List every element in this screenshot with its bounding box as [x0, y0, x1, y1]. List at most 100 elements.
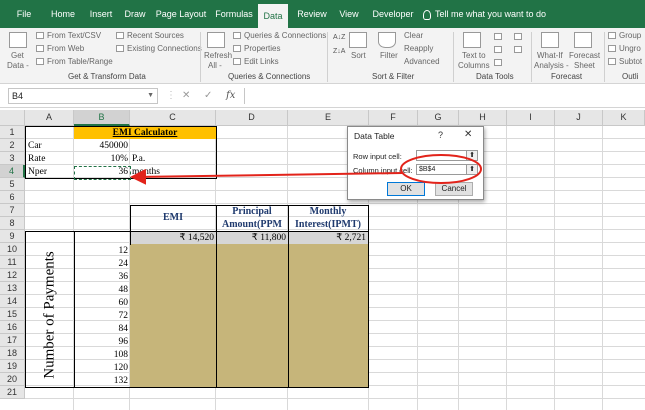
help-icon[interactable]: ? — [438, 130, 443, 140]
flash-fill-icon[interactable] — [494, 33, 502, 40]
forecast-sheet-label[interactable]: Forecast — [569, 51, 600, 61]
cell-d9-principal[interactable]: ₹ 11,800 — [216, 232, 288, 245]
cancel-button[interactable]: Cancel — [435, 182, 473, 196]
cell-b1-title[interactable]: EMI Calculator — [74, 127, 216, 140]
edit-links-button[interactable]: Edit Links — [244, 57, 279, 67]
row-header-18[interactable]: 18 — [0, 347, 25, 360]
column-header-g[interactable]: G — [418, 110, 459, 126]
what-if-label[interactable]: What-If — [537, 51, 563, 61]
filter-button[interactable]: Filter — [380, 51, 398, 61]
cell-b3-rate-value[interactable]: 10% — [74, 153, 130, 166]
get-data-label-2[interactable]: Data - — [7, 61, 29, 71]
tell-me-search[interactable]: Tell me what you want to do — [423, 0, 546, 28]
row-header-7[interactable]: 7 — [0, 204, 25, 217]
cell-b18-payments[interactable]: 108 — [74, 349, 130, 362]
what-if-label-2[interactable]: Analysis - — [534, 61, 569, 71]
column-input-collapse-icon[interactable]: ⬆ — [466, 164, 478, 175]
row-header-21[interactable]: 21 — [0, 386, 25, 399]
row-header-2[interactable]: 2 — [0, 139, 25, 152]
number-of-payments-label[interactable]: Number of Payments — [30, 246, 70, 384]
remove-duplicates-icon[interactable] — [494, 46, 502, 53]
row-header-3[interactable]: 3 — [0, 152, 25, 165]
chevron-down-icon[interactable]: ▼ — [147, 89, 154, 103]
cell-b12-payments[interactable]: 36 — [74, 271, 130, 284]
row-header-12[interactable]: 12 — [0, 269, 25, 282]
cell-b10-payments[interactable]: 12 — [74, 245, 130, 258]
row-header-8[interactable]: 8 — [0, 217, 25, 230]
close-icon[interactable]: ✕ — [464, 129, 472, 140]
cell-c4-nper-unit[interactable]: months — [130, 166, 190, 179]
cancel-icon[interactable]: ✕ — [182, 88, 190, 104]
refresh-all-label[interactable]: Refresh — [204, 51, 232, 61]
tab-formulas[interactable]: Formulas — [212, 0, 256, 28]
row-header-9[interactable]: 9 — [0, 230, 25, 243]
ok-button[interactable]: OK — [387, 182, 425, 196]
column-header-a[interactable]: A — [25, 110, 74, 126]
cell-b14-payments[interactable]: 60 — [74, 297, 130, 310]
row-header-11[interactable]: 11 — [0, 256, 25, 269]
insert-function-button[interactable]: fx — [226, 88, 235, 104]
cell-b19-payments[interactable]: 120 — [74, 362, 130, 375]
cell-b17-payments[interactable]: 96 — [74, 336, 130, 349]
ungroup-button[interactable]: Ungro — [619, 44, 641, 54]
row-header-15[interactable]: 15 — [0, 308, 25, 321]
existing-connections-button[interactable]: Existing Connections — [127, 44, 202, 54]
column-header-f[interactable]: F — [369, 110, 418, 126]
cell-b2-car-value[interactable]: 450000 — [74, 140, 130, 153]
tab-insert[interactable]: Insert — [84, 0, 118, 28]
refresh-all-label-2[interactable]: All - — [208, 61, 222, 71]
forecast-sheet-label-2[interactable]: Sheet — [574, 61, 595, 71]
tab-data[interactable]: Data — [258, 4, 288, 28]
row-header-19[interactable]: 19 — [0, 360, 25, 373]
relationships-icon[interactable] — [514, 46, 522, 53]
tab-file[interactable]: File — [8, 0, 40, 28]
enter-icon[interactable]: ✓ — [204, 88, 212, 104]
name-box[interactable]: B4 ▼ — [8, 88, 158, 104]
get-data-label[interactable]: Get — [11, 51, 24, 61]
column-header-j[interactable]: J — [555, 110, 603, 126]
column-header-d[interactable]: D — [216, 110, 288, 126]
tab-developer[interactable]: Developer — [368, 0, 418, 28]
clear-button[interactable]: Clear — [404, 31, 423, 41]
advanced-button[interactable]: Advanced — [404, 57, 440, 67]
sort-az-icon[interactable]: A↓Z — [333, 33, 345, 43]
row-header-10[interactable]: 10 — [0, 243, 25, 256]
group-button[interactable]: Group — [619, 31, 641, 41]
row-header-16[interactable]: 16 — [0, 321, 25, 334]
tab-draw[interactable]: Draw — [120, 0, 150, 28]
cell-e9-interest[interactable]: ₹ 2,721 — [288, 232, 368, 245]
cell-a3-rate-label[interactable]: Rate — [26, 153, 74, 166]
row-header-14[interactable]: 14 — [0, 295, 25, 308]
properties-button[interactable]: Properties — [244, 44, 280, 54]
formula-input[interactable] — [244, 88, 640, 104]
header-interest-line1[interactable]: Monthly — [288, 206, 368, 218]
from-table-range-button[interactable]: From Table/Range — [47, 57, 113, 67]
more-options-icon[interactable]: ⋮ — [166, 88, 176, 104]
header-principal-line1[interactable]: Principal — [216, 206, 288, 218]
cell-c3-rate-unit[interactable]: P.a. — [130, 153, 190, 166]
row-header-20[interactable]: 20 — [0, 373, 25, 386]
row-header-13[interactable]: 13 — [0, 282, 25, 295]
tab-home[interactable]: Home — [44, 0, 82, 28]
subtotal-button[interactable]: Subtot — [619, 57, 642, 67]
row-input-collapse-icon[interactable]: ⬆ — [466, 150, 478, 161]
reapply-button[interactable]: Reapply — [404, 44, 433, 54]
cell-c9-emi[interactable]: ₹ 14,520 — [130, 232, 216, 245]
from-web-button[interactable]: From Web — [47, 44, 84, 54]
tab-review[interactable]: Review — [294, 0, 330, 28]
data-validation-icon[interactable] — [494, 59, 502, 66]
consolidate-icon[interactable] — [514, 33, 522, 40]
recent-sources-button[interactable]: Recent Sources — [127, 31, 184, 41]
from-text-csv-button[interactable]: From Text/CSV — [47, 31, 101, 41]
cell-a4-nper-label[interactable]: Nper — [26, 166, 74, 179]
text-to-columns-label-2[interactable]: Columns — [458, 61, 490, 71]
row-header-5[interactable]: 5 — [0, 178, 25, 191]
cell-b11-payments[interactable]: 24 — [74, 258, 130, 271]
queries-connections-button[interactable]: Queries & Connections — [244, 31, 326, 41]
header-principal-line2[interactable]: Amount(PPM — [216, 219, 288, 231]
cell-b20-payments[interactable]: 132 — [74, 375, 130, 388]
row-header-1[interactable]: 1 — [0, 126, 25, 139]
cell-b13-payments[interactable]: 48 — [74, 284, 130, 297]
cell-a2-car-label[interactable]: Car — [26, 140, 74, 153]
row-header-4[interactable]: 4 — [0, 165, 25, 178]
